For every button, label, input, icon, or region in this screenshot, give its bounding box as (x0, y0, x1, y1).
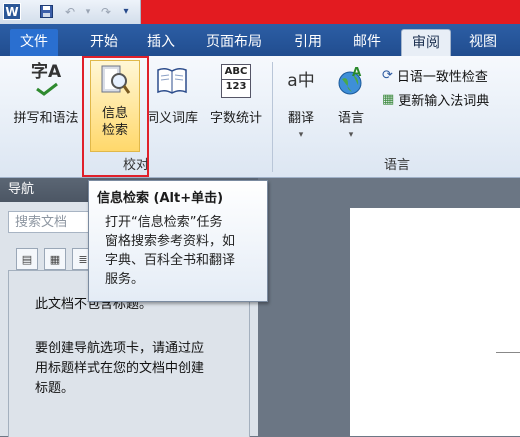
tab-view[interactable]: 视图 (459, 29, 507, 56)
tooltip-body-line3: 字典、百科全书和翻译 (105, 253, 236, 268)
word-count-label: 字数统计 (209, 111, 262, 126)
tab-home[interactable]: 开始 (80, 29, 128, 56)
japanese-consistency-check-label: 日语一致性检查 (396, 70, 488, 85)
undo-dropdown-icon[interactable]: ▾ (80, 3, 96, 20)
language-globe-icon: A (334, 64, 368, 98)
tooltip-body-line4: 服务。 (105, 272, 145, 287)
consistency-check-icon: ⟳ (382, 68, 393, 83)
update-ime-dictionary-button[interactable]: ▦ 更新输入法词典 (382, 90, 489, 109)
spelling-grammar-label: 拼写和语法 (13, 111, 79, 126)
language-button[interactable]: A 语言 ▾ (330, 64, 372, 144)
tab-mailings[interactable]: 邮件 (343, 29, 391, 56)
language-label: 语言 (337, 111, 364, 126)
tab-references[interactable]: 引用 (284, 29, 332, 56)
translate-button[interactable]: a中 翻译 ▾ (280, 64, 322, 144)
title-bar: W ↶ ▾ ↷ ▾ (0, 0, 520, 24)
word-app-icon[interactable]: W (3, 3, 21, 20)
group-separator (272, 62, 273, 172)
word-count-button[interactable]: ABC 123 字数统计 (204, 64, 268, 127)
highlight-box (82, 56, 149, 177)
research-tooltip: 信息检索 (Alt+单击) 打开“信息检索”任务 窗格搜索参考资料，如 字典、百… (88, 180, 268, 302)
tooltip-body: 打开“信息检索”任务 窗格搜索参考资料，如 字典、百科全书和翻译 服务。 (105, 213, 261, 289)
undo-icon[interactable]: ↶ (62, 3, 78, 20)
ribbon-tabs: 文件 开始 插入 页面布局 引用 邮件 审阅 视图 (0, 24, 520, 57)
redo-icon[interactable]: ↷ (98, 3, 114, 20)
translate-icon: a中 (287, 71, 315, 91)
tab-insert[interactable]: 插入 (137, 29, 185, 56)
tab-file[interactable]: 文件 (10, 29, 58, 56)
tab-page-layout[interactable]: 页面布局 (196, 29, 272, 56)
word-count-icon: ABC 123 (221, 64, 251, 98)
browse-pages-tab-icon[interactable]: ▦ (44, 248, 66, 270)
word-count-icon-abc: ABC (224, 66, 248, 77)
browse-headings-tab-icon[interactable]: ▤ (16, 248, 38, 270)
tooltip-body-line1: 打开“信息检索”任务 (105, 215, 223, 230)
word-count-icon-123: 123 (222, 79, 250, 94)
ime-dictionary-icon: ▦ (382, 92, 395, 107)
thesaurus-label: 同义词库 (145, 111, 198, 126)
thesaurus-book-icon (155, 64, 189, 98)
language-dropdown-icon: ▾ (348, 130, 354, 140)
update-ime-dictionary-label: 更新输入法词典 (398, 94, 490, 109)
spelling-icon: 字A (29, 64, 63, 98)
svg-text:A: A (352, 65, 362, 79)
create-headings-hint-line3: 标题。 (35, 381, 75, 396)
spelling-grammar-button[interactable]: 字A 拼写和语法 (8, 64, 84, 127)
tooltip-body-line2: 窗格搜索参考资料，如 (105, 234, 236, 249)
language-group-label: 语言 (383, 158, 410, 173)
tooltip-title: 信息检索 (Alt+单击) (97, 191, 224, 206)
tab-review[interactable]: 审阅 (401, 29, 451, 57)
customize-quick-access-icon[interactable]: ▾ (118, 3, 134, 20)
baidu-watermark-url: jingyan.baidu.com (410, 414, 512, 427)
page-margin-marker (496, 352, 520, 353)
japanese-consistency-check-button[interactable]: ⟳ 日语一致性检查 (382, 66, 488, 85)
ribbon: 字A 拼写和语法 信息 检索 同义词库 ABC 123 字数统计 校对 a中 翻… (0, 56, 520, 178)
translate-dropdown-icon: ▾ (298, 130, 304, 140)
create-headings-hint-line1: 要创建导航选项卡，请通过应 (35, 341, 205, 356)
translate-label: 翻译 (287, 111, 314, 126)
save-icon[interactable] (38, 3, 54, 20)
quick-access-toolbar: W ↶ ▾ ↷ ▾ (0, 0, 141, 24)
create-headings-hint-line2: 用标题样式在您的文档中创建 (35, 361, 205, 376)
thesaurus-button[interactable]: 同义词库 (142, 64, 202, 127)
